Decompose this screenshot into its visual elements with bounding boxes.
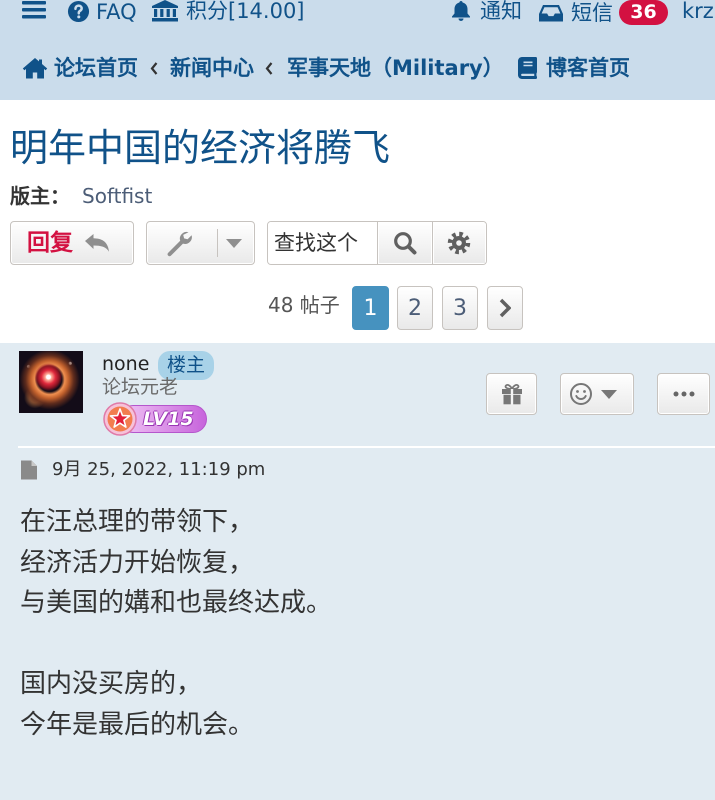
reaction-button[interactable]	[560, 373, 634, 415]
next-page-button[interactable]	[487, 286, 523, 330]
search-icon	[393, 232, 417, 255]
messages-link[interactable]: 短信 36	[539, 0, 668, 25]
points-label: 积分[14.00]	[186, 0, 305, 23]
breadcrumb-news[interactable]: 新闻中心	[170, 56, 254, 80]
topic-title[interactable]: 明年中国的经济将腾飞	[10, 125, 390, 171]
caret-down-icon	[601, 389, 617, 399]
home-icon	[22, 58, 48, 79]
button-divider	[217, 229, 218, 257]
user-rank: 论坛元老	[102, 376, 179, 398]
more-actions-button[interactable]	[657, 373, 710, 415]
bank-icon	[152, 0, 178, 22]
messages-label: 短信	[571, 0, 613, 25]
post-paragraph: 在汪总理的带领下， 经济活力开始恢复， 与美国的媾和也最终达成。	[20, 502, 700, 624]
reply-button[interactable]: 回复	[10, 221, 134, 265]
blog-home-label: 博客首页	[546, 56, 630, 80]
breadcrumb-military[interactable]: 军事天地（Military）	[287, 56, 504, 80]
ellipsis-icon	[673, 391, 694, 397]
points-link[interactable]: 积分[14.00]	[152, 0, 305, 22]
page: FAQ 积分[14.00] 通知 短信 36 krz 论坛首页 新闻中心 军事天…	[0, 0, 715, 800]
post-author[interactable]: none	[102, 353, 149, 375]
reply-arrow-icon	[85, 234, 109, 252]
file-icon[interactable]	[20, 460, 38, 480]
post-date: 9月 25, 2022, 11:19 pm	[52, 459, 266, 480]
smile-icon	[570, 383, 592, 405]
username-link[interactable]: krz	[682, 0, 715, 22]
level-label: LV15	[143, 408, 194, 430]
notifications-label: 通知	[480, 0, 522, 23]
breadcrumb-label: 军事天地（Military）	[287, 56, 504, 80]
breadcrumb-home[interactable]: 论坛首页	[22, 56, 138, 80]
chevron-left-icon	[265, 62, 273, 75]
inbox-icon	[539, 4, 563, 21]
faq-link[interactable]: FAQ	[67, 0, 137, 23]
page-1-button[interactable]: 1	[352, 286, 389, 330]
moderator-link[interactable]: Softfist	[82, 184, 152, 208]
post-line: 与美国的媾和也最终达成。	[20, 588, 333, 618]
post-content: 在汪总理的带领下， 经济活力开始恢复， 与美国的媾和也最终达成。 国内没买房的，…	[20, 502, 700, 786]
post-paragraph: 国内没买房的， 今年是最后的机会。	[20, 664, 700, 745]
level-badge: LV15	[103, 402, 207, 436]
post-line: 在汪总理的带领下，	[20, 507, 255, 537]
site-header: FAQ 积分[14.00] 通知 短信 36 krz 论坛首页 新闻中心 军事天…	[0, 0, 715, 100]
hamburger-icon[interactable]	[22, 1, 46, 19]
notifications-link[interactable]: 通知	[450, 0, 522, 22]
avatar[interactable]	[19, 351, 83, 413]
gift-button[interactable]	[486, 373, 537, 415]
topic-search-group	[267, 221, 487, 265]
wrench-icon	[167, 231, 192, 257]
gift-icon	[501, 384, 522, 405]
post-divider	[18, 446, 715, 448]
moderator-row: 版主： Softfist	[10, 184, 152, 208]
advanced-search-button[interactable]	[431, 222, 487, 264]
reply-label: 回复	[27, 230, 73, 256]
chevron-left-icon	[150, 62, 158, 75]
medal-star-icon	[103, 402, 137, 436]
topic-search-input[interactable]	[268, 222, 377, 264]
moderator-label: 版主：	[10, 184, 70, 208]
messages-count-badge: 36	[619, 0, 668, 25]
gear-icon	[448, 231, 471, 255]
post-line: 国内没买房的，	[20, 669, 203, 699]
book-icon	[518, 57, 537, 79]
breadcrumb-label: 论坛首页	[54, 56, 138, 80]
breadcrumb-label: 新闻中心	[170, 56, 254, 80]
search-button[interactable]	[377, 222, 432, 264]
question-circle-icon	[67, 0, 90, 23]
bell-icon	[452, 1, 470, 21]
caret-down-icon	[226, 238, 242, 248]
post-count: 48 帖子	[268, 293, 340, 317]
page-2-button[interactable]: 2	[397, 286, 433, 330]
topic-tools-button[interactable]	[146, 221, 255, 265]
blog-home-link[interactable]: 博客首页	[516, 56, 630, 80]
page-3-button[interactable]: 3	[442, 286, 478, 330]
post-line: 经济活力开始恢复，	[20, 547, 255, 578]
chevron-right-icon	[499, 298, 511, 318]
post-line: 今年是最后的机会。	[20, 709, 255, 740]
faq-label: FAQ	[96, 0, 137, 24]
post: none 楼主 论坛元老 LV15 9月 25, 2022, 11:19 pm …	[0, 343, 715, 800]
